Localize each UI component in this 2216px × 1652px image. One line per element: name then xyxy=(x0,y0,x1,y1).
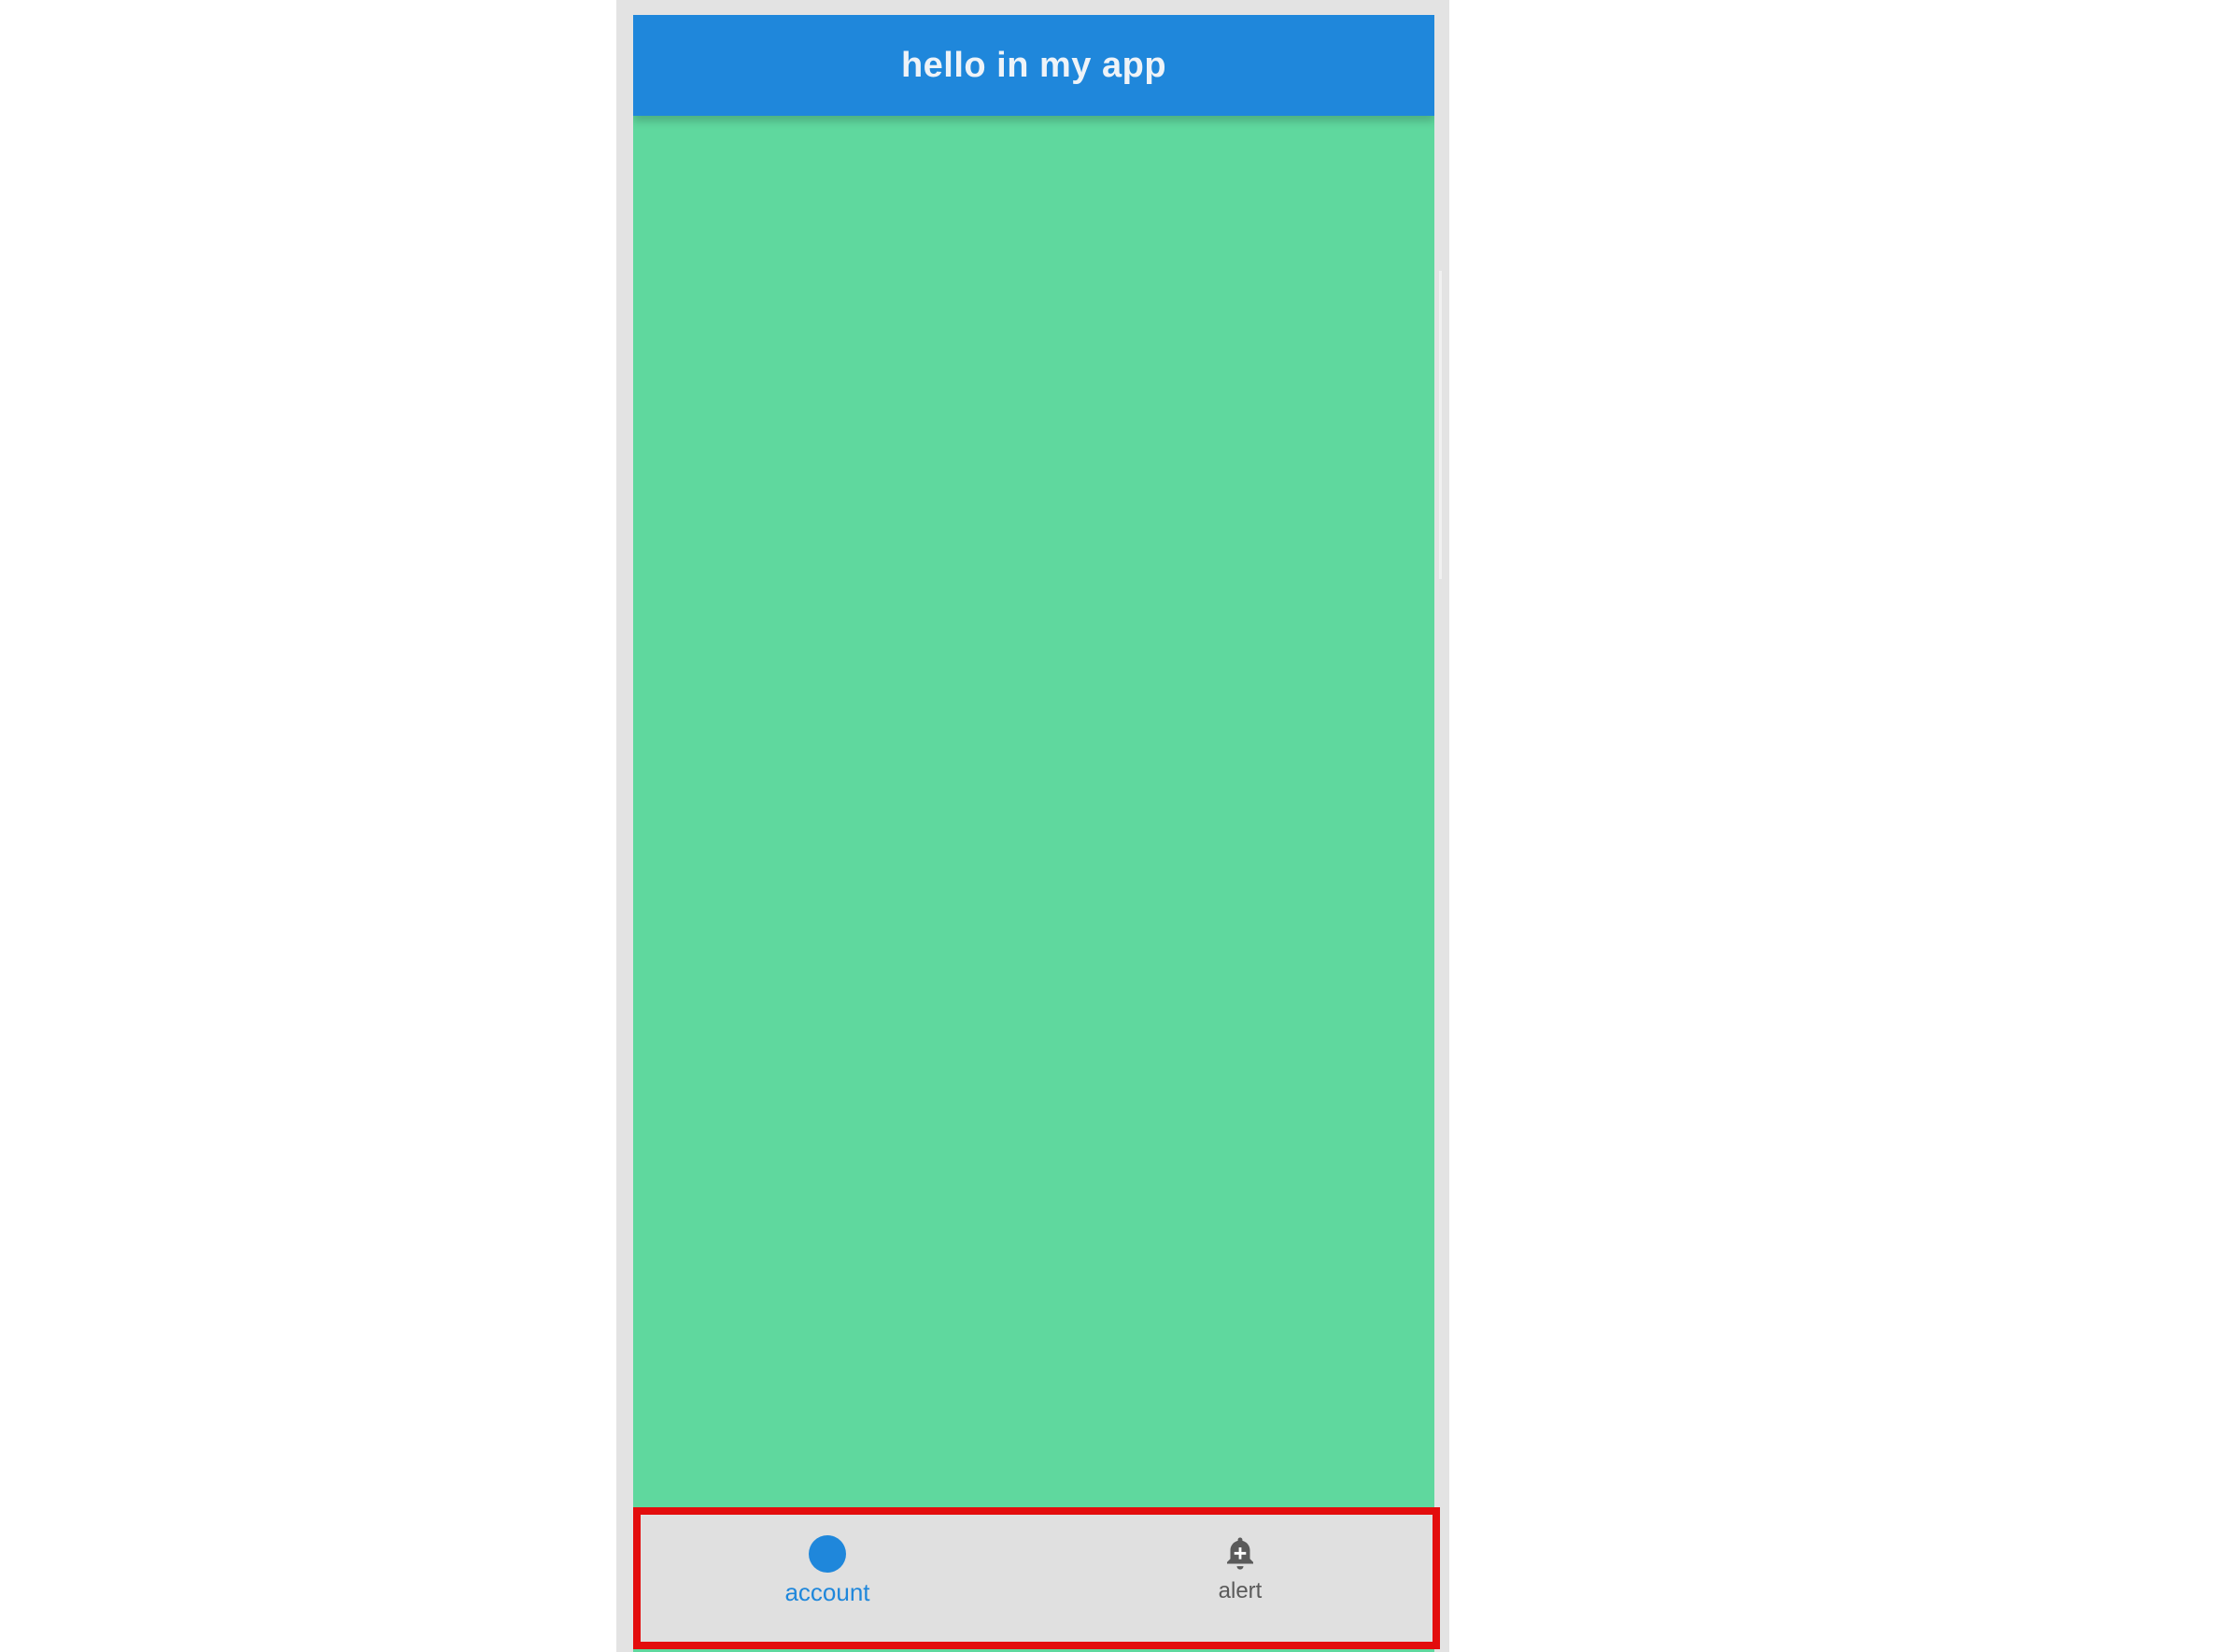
bottom-navigation-bar: account alert xyxy=(633,1507,1440,1649)
account-circle-icon xyxy=(809,1535,846,1573)
app-bar: hello in my app xyxy=(633,15,1434,116)
phone-frame: hello in my app account alert xyxy=(616,0,1449,1652)
content-area xyxy=(633,116,1434,1507)
nav-item-label: account xyxy=(784,1578,870,1606)
app-screen: hello in my app xyxy=(633,15,1434,1652)
nav-item-alert[interactable]: alert xyxy=(1128,1533,1352,1627)
scrollbar[interactable] xyxy=(1439,271,1442,579)
nav-item-account[interactable]: account xyxy=(715,1533,939,1627)
bell-plus-icon xyxy=(1227,1537,1253,1570)
app-title: hello in my app xyxy=(900,45,1167,85)
nav-item-label: alert xyxy=(1218,1578,1263,1603)
